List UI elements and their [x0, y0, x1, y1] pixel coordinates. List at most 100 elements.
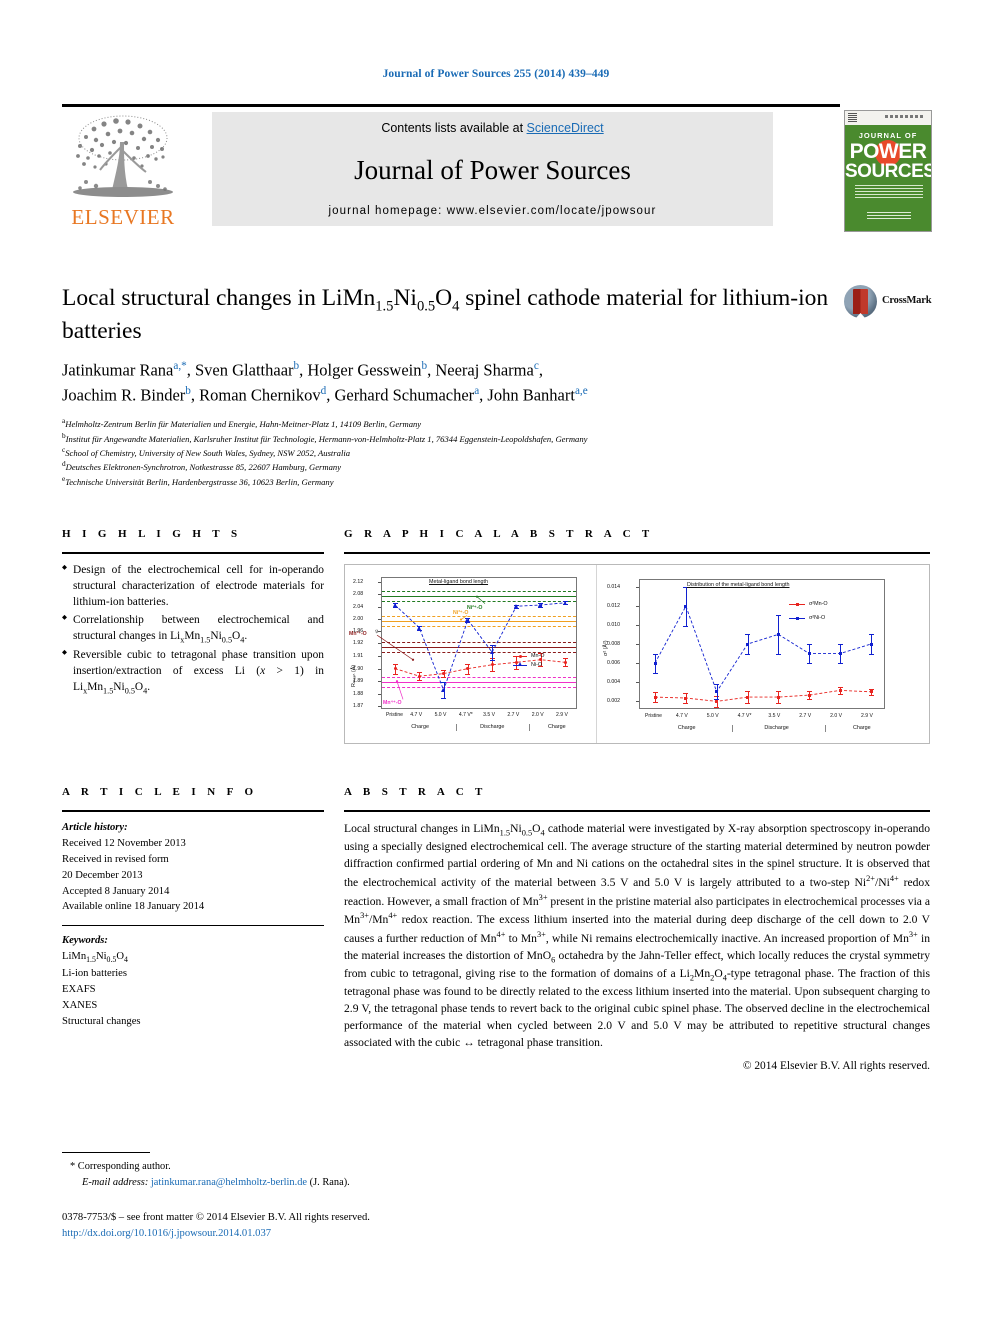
legend-label-mn: Mn-O: [531, 653, 545, 659]
stage-label-discharge: Discharge: [764, 725, 789, 731]
keyword-item: Structural changes: [62, 1015, 141, 1027]
error-bar-cap: [465, 673, 471, 675]
data-point: [417, 674, 421, 678]
stage-separator: [528, 724, 530, 731]
journal-homepage[interactable]: journal homepage: www.elsevier.com/locat…: [329, 205, 657, 217]
email-link[interactable]: jatinkumar.rana@helmholtz-berlin.de: [151, 1177, 307, 1188]
highlights-divider: [62, 552, 324, 554]
history-item: Received in revised form: [62, 853, 169, 865]
x-tick-label: 4.7 V*: [737, 713, 752, 719]
author-affil-mark: b: [185, 384, 191, 397]
y-tick-label: 2.08: [353, 591, 364, 598]
y-tick-label: 1.88: [353, 690, 364, 697]
stage-label-discharge: Discharge: [480, 724, 505, 730]
chart-bond-length-distribution: 0.014 0.012 0.010 0.008 0.006 0.004 0.002 σ² (Å…: [597, 565, 929, 743]
error-bar-cap: [868, 653, 874, 655]
data-point: [776, 632, 780, 636]
y-tick-mark: [378, 594, 381, 596]
error-bar-cap: [837, 687, 843, 688]
affiliation-text: Institut für Angewandte Materialien, Kar…: [65, 433, 588, 444]
legend-label-sigma-ni: σ²Ni-O: [809, 615, 826, 621]
error-bar-cap: [441, 682, 447, 684]
corresponding-author-note: * Corresponding author. E-mail address: …: [62, 1159, 562, 1191]
error-bar-cap: [837, 693, 843, 695]
data-point: [490, 663, 494, 667]
history-item: Received 12 November 2013: [62, 837, 186, 849]
data-point: [441, 688, 446, 693]
error-bar-cap: [683, 625, 689, 627]
journal-title: Journal of Power Sources: [354, 154, 631, 185]
error-bar-cap: [489, 659, 495, 661]
y-tick-mark: [636, 701, 639, 703]
error-bar-cap: [837, 644, 843, 645]
author-list: Jatinkumar Ranaa,*, Sven Glatthaarb, Hol…: [62, 358, 892, 407]
masthead-rule: [62, 104, 840, 107]
email-label: E-mail address:: [82, 1177, 149, 1189]
error-bar-cap: [837, 663, 843, 665]
author-affil-mark: b: [421, 360, 428, 373]
data-point: [807, 652, 811, 656]
crossmark-circle-icon: [844, 285, 877, 318]
data-point: [838, 652, 842, 656]
article-info-divider: [62, 810, 324, 812]
y-tick-mark: [636, 605, 639, 607]
data-point: [746, 642, 750, 646]
y-tick-label: 1.91: [353, 652, 364, 659]
author-affil-mark: a,*: [173, 360, 187, 373]
x-tick-label: 4.7 V*: [458, 712, 473, 718]
x-tick-label: 2.9 V: [556, 712, 568, 718]
stage-label-charge-2: Charge: [853, 725, 871, 731]
journal-masthead: ELSEVIER Contents lists available at Sci…: [62, 104, 932, 232]
axis-break-icon: ≈: [371, 628, 380, 635]
author-affil-mark: c: [533, 360, 539, 373]
error-bar-cap: [513, 668, 519, 670]
y-tick-mark: [378, 693, 381, 695]
error-bar-cap: [392, 673, 398, 675]
reference-line-dashed: [382, 590, 576, 592]
y-tick-mark: [378, 668, 381, 670]
error-bar-cap: [745, 702, 751, 704]
error-bar-cap: [683, 702, 689, 704]
cover-footer-text: [867, 212, 911, 220]
abstract-copyright: © 2014 Elsevier B.V. All rights reserved…: [742, 1059, 930, 1072]
y-tick-mark: [636, 644, 639, 645]
y-tick-mark: [378, 619, 381, 620]
y-axis-title: Rₘₑₐₙ (Å): [351, 664, 357, 687]
reference-line-dashed: [382, 615, 576, 617]
title-sub-2: 0.5: [416, 298, 436, 315]
data-point: [653, 695, 657, 699]
error-bar-cap: [775, 653, 781, 655]
stage-label-charge-2: Charge: [548, 724, 566, 730]
author-affil-mark: a: [474, 384, 480, 397]
graphical-abstract-section: G R A P H I C A L A B S T R A C T 2.12 2.…: [344, 528, 930, 744]
y-tick-mark: [636, 663, 639, 665]
cover-line-journal-of: JOURNAL OF: [858, 131, 918, 140]
affiliation-c: cSchool of Chemistry, University of New …: [62, 445, 351, 458]
error-bar-cap: [868, 694, 874, 696]
cover-line-sources: SOURCES: [845, 161, 932, 182]
crossmark-badge[interactable]: CrossMark: [844, 285, 932, 319]
author-affil-mark: b: [293, 360, 300, 373]
footnote-block: * Corresponding author. E-mail address: …: [62, 1152, 562, 1191]
x-tick-label: 2.9 V: [861, 713, 873, 719]
doi-link[interactable]: http://dx.doi.org/10.1016/j.jpowsour.201…: [62, 1228, 271, 1239]
elsevier-wordmark: ELSEVIER: [71, 205, 175, 229]
masthead-banner: Contents lists available at ScienceDirec…: [212, 112, 773, 226]
x-tick-label: 5.0 V: [706, 713, 719, 719]
data-point: [776, 695, 780, 699]
highlights-list: Design of the electrochemical cell for i…: [62, 562, 324, 697]
affiliation-text: Deutsches Elektronen-Synchrotron, Notkes…: [65, 462, 342, 473]
sciencedirect-link[interactable]: ScienceDirect: [527, 121, 604, 135]
reference-line-dashed: [382, 600, 576, 602]
error-bar-cap: [416, 672, 422, 674]
error-bar-cap: [683, 693, 689, 695]
error-bar-cap: [441, 697, 447, 699]
x-tick-label: 2.0 V: [830, 713, 843, 719]
highlights-section: H I G H L I G H T S Design of the electr…: [62, 528, 324, 698]
reference-line-dashed: [382, 677, 576, 679]
running-head: Journal of Power Sources 255 (2014) 439–…: [382, 68, 610, 80]
keyword-item: LiMn1.5Ni0.5O4: [62, 951, 128, 965]
y-tick-label: 2.04: [353, 603, 364, 610]
error-bar-cap: [441, 669, 447, 671]
y-tick-label: 1.87: [353, 703, 364, 710]
